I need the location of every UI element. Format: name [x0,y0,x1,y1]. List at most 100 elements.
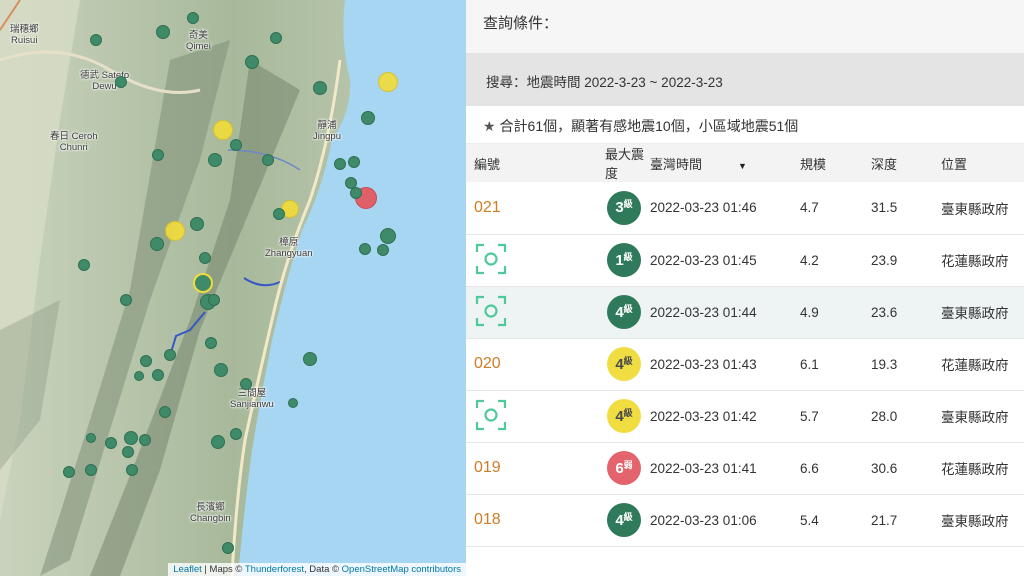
earthquake-marker[interactable] [205,337,217,349]
earthquake-id-link[interactable]: 018 [474,511,501,528]
table-row[interactable]: 019 6 弱 2022-03-23 01:41 6.6 30.6 花蓮縣政府 [466,442,1024,494]
intensity-number: 6 [615,459,624,477]
earthquake-marker[interactable] [303,352,317,366]
earthquake-marker[interactable] [245,55,259,69]
earthquake-marker[interactable] [199,252,211,264]
table-row[interactable]: 020 4 級 2022-03-23 01:43 6.1 19.3 花蓮縣政府 [466,338,1024,390]
column-header-magnitude[interactable]: 規模 [800,144,871,182]
earthquake-marker[interactable] [211,435,225,449]
cell-time: 2022-03-23 01:43 [650,356,757,372]
intensity-unit: 級 [623,511,633,522]
earthquake-id-link[interactable]: 020 [474,355,501,372]
cell-depth: 23.9 [871,252,898,268]
earthquake-marker[interactable] [378,72,398,92]
cell-magnitude: 6.6 [800,460,819,476]
earthquake-marker[interactable] [164,349,176,361]
earthquake-marker[interactable] [124,431,138,445]
cell-depth: 28.0 [871,408,898,424]
table-row[interactable]: 018 4 級 2022-03-23 01:06 5.4 21.7 臺東縣政府 [466,494,1024,546]
earthquake-id-link[interactable]: 019 [474,459,501,476]
earthquake-marker[interactable] [214,363,228,377]
earthquake-marker[interactable] [159,406,171,418]
intensity-badge: 4級 [607,295,641,329]
earthquake-marker[interactable] [359,243,371,255]
earthquake-marker[interactable] [152,369,164,381]
earthquake-marker[interactable] [208,153,222,167]
cell-time: 2022-03-23 01:42 [650,408,757,424]
earthquake-panel: 查詢條件： 搜尋：地震時間 2022-3-23 ~ 2022-3-23 ★ 合計6… [466,0,1024,576]
earthquake-id-link[interactable]: 021 [474,199,501,216]
column-header-intensity[interactable]: 最大震度 [573,144,650,182]
earthquake-marker[interactable] [150,237,164,251]
earthquake-marker[interactable] [190,217,204,231]
earthquake-marker[interactable] [86,433,96,443]
earthquake-marker[interactable] [195,275,211,291]
cell-location: 花蓮縣政府 [941,462,1009,477]
place-name-zh: 奇美 [188,30,208,41]
scan-icon[interactable] [474,398,508,432]
intensity-badge: 4級 [607,503,641,537]
earthquake-marker[interactable] [85,464,97,476]
intensity-number: 3 [615,199,624,217]
earthquake-marker[interactable] [78,259,90,271]
intensity-unit: 級 [623,355,633,366]
earthquake-marker[interactable] [270,32,282,44]
earthquake-marker[interactable] [240,378,252,390]
earthquake-marker[interactable] [348,156,360,168]
earthquake-marker[interactable] [230,139,242,151]
column-header-location[interactable]: 位置 [941,144,1024,182]
earthquake-marker[interactable] [120,294,132,306]
place-name-zh: 樟原 [279,237,299,248]
earthquake-marker[interactable] [313,81,327,95]
table-row[interactable]: 4 級 2022-03-23 01:42 5.7 28.0 臺東縣政府 [466,390,1024,442]
earthquake-marker[interactable] [350,187,362,199]
earthquake-marker[interactable] [140,355,152,367]
earthquake-marker[interactable] [126,464,138,476]
earthquake-marker[interactable] [230,428,242,440]
table-row[interactable]: 021 3 級 2022-03-23 01:46 4.7 31.5 臺東縣政府 [466,182,1024,234]
osm-link[interactable]: OpenStreetMap contributors [342,564,461,575]
earthquake-marker[interactable] [115,76,127,88]
place-name-en: Ruisui [11,35,38,46]
earthquake-marker[interactable] [273,208,285,220]
earthquake-marker[interactable] [377,244,389,256]
scan-icon[interactable] [474,294,508,328]
earthquake-marker[interactable] [213,120,233,140]
column-header-id[interactable]: 編號 [466,144,573,182]
earthquake-marker[interactable] [90,34,102,46]
cell-id [466,286,573,338]
earthquake-marker[interactable] [262,154,274,166]
scan-icon[interactable] [474,242,508,276]
earthquake-marker[interactable] [334,158,346,170]
earthquake-marker[interactable] [187,12,199,24]
sort-desc-icon[interactable]: ▼ [738,161,747,171]
earthquake-marker[interactable] [361,111,375,125]
table-row[interactable]: 1 級 2022-03-23 01:45 4.2 23.9 花蓮縣政府 [466,234,1024,286]
earthquake-marker[interactable] [105,437,117,449]
column-header-depth[interactable]: 深度 [871,144,941,182]
earthquake-map[interactable]: 瑞穗鄉 Ruisui 奇美 Qimei 德武 Satefo Dewu 春日 Ce… [0,0,466,576]
query-conditions-header[interactable]: 查詢條件： [466,0,1024,54]
earthquake-marker[interactable] [156,25,170,39]
earthquake-marker[interactable] [152,149,164,161]
earthquake-marker[interactable] [122,446,134,458]
intensity-unit: 級 [623,199,633,210]
earthquake-marker[interactable] [134,371,144,381]
thunderforest-link[interactable]: Thunderforest [245,564,304,575]
cell-time: 2022-03-23 01:41 [650,460,757,476]
column-header-time[interactable]: 臺灣時間 ▼ [650,144,800,182]
table-row[interactable]: 4 級 2022-03-23 01:44 4.9 23.6 臺東縣政府 [466,286,1024,338]
earthquake-marker[interactable] [222,542,234,554]
cell-location: 花蓮縣政府 [941,358,1009,373]
place-label: 奇美 Qimei [186,30,211,52]
cell-intensity: 4級 [573,338,650,390]
earthquake-marker[interactable] [63,466,75,478]
earthquake-marker[interactable] [165,221,185,241]
earthquake-marker[interactable] [288,398,298,408]
earthquake-marker[interactable] [208,294,220,306]
cell-depth: 23.6 [871,304,898,320]
earthquake-marker[interactable] [139,434,151,446]
earthquake-marker[interactable] [380,228,396,244]
leaflet-link[interactable]: Leaflet [173,564,202,575]
cell-depth: 21.7 [871,512,898,528]
